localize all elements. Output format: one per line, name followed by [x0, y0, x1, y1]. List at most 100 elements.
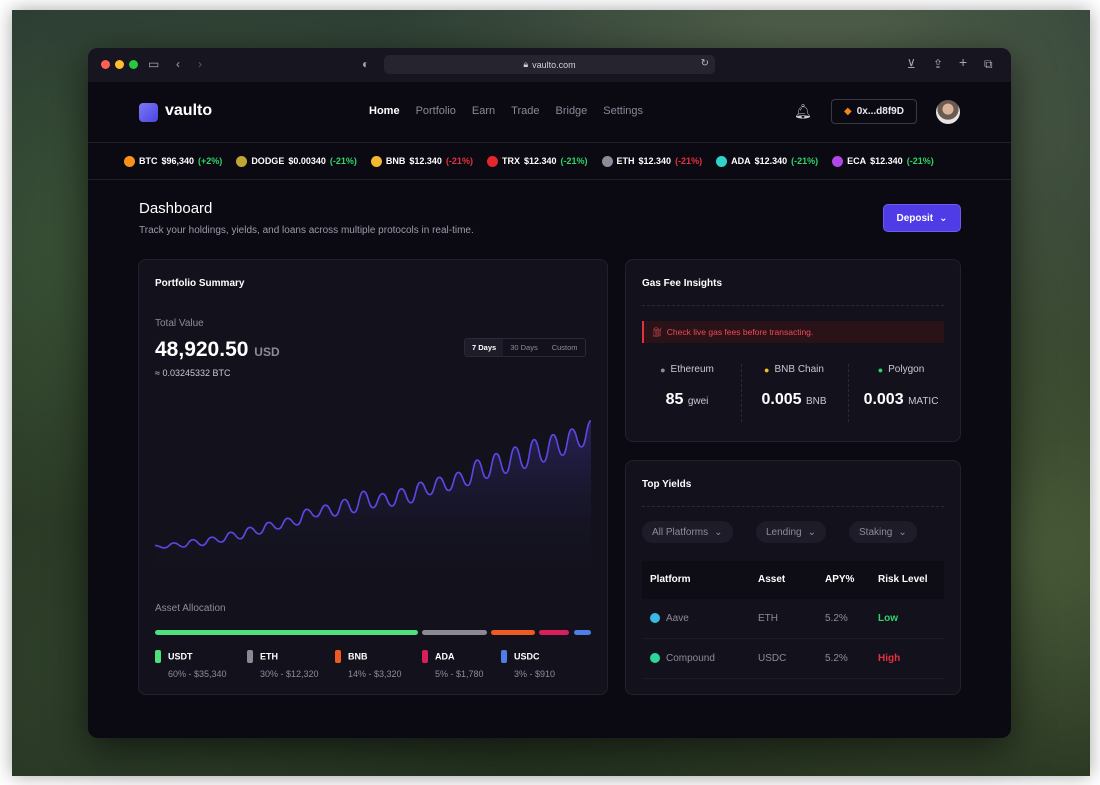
column-platform[interactable]: Platform	[650, 574, 691, 585]
legend-item-eth: ETH 30% - $12,320	[247, 650, 319, 679]
notification-bell-icon[interactable]: 🔔︎	[794, 103, 812, 120]
cell-asset: USDC	[758, 653, 787, 664]
card-title: Top Yields	[642, 479, 692, 490]
nav-item-settings[interactable]: Settings	[603, 105, 643, 117]
ticker-change: (-21%)	[906, 156, 934, 166]
ticker-price: $12.340	[754, 156, 788, 166]
card-title: Portfolio Summary	[155, 278, 245, 289]
page-title: Dashboard	[139, 200, 213, 217]
cell-asset: ETH	[758, 613, 778, 624]
portfolio-summary-card: Portfolio Summary Total Value 48,920.50 …	[138, 259, 608, 695]
chevron-down-icon: ⌄	[714, 526, 723, 538]
filter-label: Staking	[859, 526, 893, 538]
browser-window: ▭ ‹ › ◐ 🔒︎ vaulto.com ↻ ⊻ ⇪ + ⧉ vaulto H…	[88, 48, 1011, 738]
ticker-symbol: ADA	[731, 156, 751, 166]
ticker-item-bnb[interactable]: BNB $12.340 (-21%)	[370, 155, 473, 167]
chevron-down-icon: ⌄	[807, 526, 816, 538]
share-icon[interactable]: ⇪	[933, 57, 943, 71]
back-arrow-icon[interactable]: ‹	[176, 57, 180, 71]
gas-warning-banner: ⛽︎ Check live gas fees before transactin…	[642, 321, 944, 343]
nav-item-trade[interactable]: Trade	[511, 105, 539, 117]
cell-platform: Aave	[650, 613, 689, 624]
ticker-symbol: ECA	[847, 156, 867, 166]
gas-amount: 85	[665, 391, 684, 408]
total-value: 48,920.50 USD	[155, 338, 280, 362]
gas-amount: 0.003	[863, 391, 904, 408]
avatar[interactable]	[936, 100, 960, 124]
range-custom[interactable]: Custom	[545, 339, 585, 356]
ticker-item-eca[interactable]: ECA $12.340 (-21%)	[832, 155, 934, 167]
ticker-change: (-21%)	[560, 156, 588, 166]
gas-value: 0.005 BNB	[745, 391, 843, 409]
ticker-item-dodge[interactable]: DODGE $0.00340 (-21%)	[236, 155, 357, 167]
ticker-price: $12.340	[409, 156, 442, 166]
brand-name[interactable]: vaulto	[165, 102, 212, 120]
ticker-item-btc[interactable]: BTC $96,340 (+2%)	[124, 155, 222, 167]
column-risk-level[interactable]: Risk Level	[878, 574, 927, 585]
cell-risk-level: Low	[878, 613, 898, 624]
allocation-segment-usdc	[573, 630, 591, 635]
cell-risk-level: High	[878, 653, 901, 664]
metamask-fox-icon: ◆	[844, 106, 852, 117]
ticker-change: (-21%)	[445, 156, 473, 166]
gas-network-ethereum: ● Ethereum 85 gwei	[638, 364, 736, 409]
ticker-change: (-21%)	[791, 156, 819, 166]
lock-icon: 🔒︎	[523, 59, 529, 69]
new-tab-icon[interactable]: +	[959, 55, 967, 69]
filter-staking[interactable]: Staking ⌄	[849, 521, 917, 543]
ticker-change: (-21%)	[675, 156, 703, 166]
allocation-segment-eth	[421, 630, 488, 635]
gas-network-polygon: ● Polygon 0.003 MATIC	[852, 364, 950, 409]
zoom-window-button[interactable]	[129, 60, 138, 69]
legend-detail: 14% - $3,320	[348, 669, 402, 679]
close-window-button[interactable]	[101, 60, 110, 69]
ticker-item-ada[interactable]: ADA $12.340 (-21%)	[716, 155, 819, 167]
column-asset[interactable]: Asset	[758, 574, 785, 585]
range-7-days[interactable]: 7 Days	[465, 339, 504, 356]
wallet-button[interactable]: ◆ 0x...d8f9D	[831, 99, 917, 124]
column-apy[interactable]: APY%	[825, 574, 854, 585]
divider	[848, 364, 849, 422]
minimize-window-button[interactable]	[115, 60, 124, 69]
table-row[interactable]: Compound USDC 5.2% High	[642, 639, 944, 679]
allocation-segment-ada	[538, 630, 570, 635]
sidebar-toggle-icon[interactable]: ▭	[148, 57, 159, 71]
shield-icon[interactable]: ◐	[362, 57, 369, 71]
divider	[741, 364, 742, 422]
gas-fee-card: Gas Fee Insights ⛽︎ Check live gas fees …	[625, 259, 961, 442]
eth-coin-icon	[601, 155, 613, 167]
deposit-label: Deposit	[896, 212, 934, 224]
cell-platform: Compound	[650, 653, 715, 664]
ticker-price: $96,340	[161, 156, 195, 166]
top-yields-card: Top Yields All Platforms ⌄ Lending ⌄ Staki…	[625, 460, 961, 695]
nav-item-portfolio[interactable]: Portfolio	[416, 105, 456, 117]
ticker-symbol: BNB	[385, 156, 406, 166]
filter-all-platforms[interactable]: All Platforms ⌄	[642, 521, 733, 543]
address-bar[interactable]: 🔒︎ vaulto.com ↻	[384, 55, 715, 74]
legend-name: USDC	[514, 651, 540, 662]
download-icon[interactable]: ⊻	[907, 57, 916, 71]
table-row[interactable]: Aave ETH 5.2% Low	[642, 599, 944, 639]
forward-arrow-icon[interactable]: ›	[198, 57, 202, 71]
nav-item-home[interactable]: Home	[369, 105, 400, 117]
compound-icon	[650, 653, 660, 664]
ticker-item-eth[interactable]: ETH $12.340 (-21%)	[601, 155, 703, 167]
ticker-price: $12.340	[523, 156, 557, 166]
nav-item-bridge[interactable]: Bridge	[556, 105, 588, 117]
ticker-item-trx[interactable]: TRX $12.340 (-21%)	[486, 155, 588, 167]
ticker-symbol: BTC	[139, 156, 158, 166]
ticker-change: (-21%)	[329, 156, 357, 166]
chevron-down-icon: ⌄	[898, 526, 907, 538]
tabs-overview-icon[interactable]: ⧉	[984, 57, 993, 71]
range-30-days[interactable]: 30 Days	[503, 339, 545, 356]
filter-lending[interactable]: Lending ⌄	[756, 521, 826, 543]
reload-icon[interactable]: ↻	[701, 58, 709, 69]
platform-name: Compound	[666, 653, 715, 664]
legend-item-usdt: USDT 60% - $35,340	[155, 650, 227, 679]
nav-item-earn[interactable]: Earn	[472, 105, 495, 117]
legend-name: ETH	[260, 651, 278, 662]
url-text: vaulto.com	[532, 59, 576, 70]
vaulto-logo-icon[interactable]	[139, 103, 158, 122]
deposit-button[interactable]: Deposit ⌄	[884, 205, 960, 231]
legend-item-ada: ADA 5% - $1,780	[422, 650, 484, 679]
